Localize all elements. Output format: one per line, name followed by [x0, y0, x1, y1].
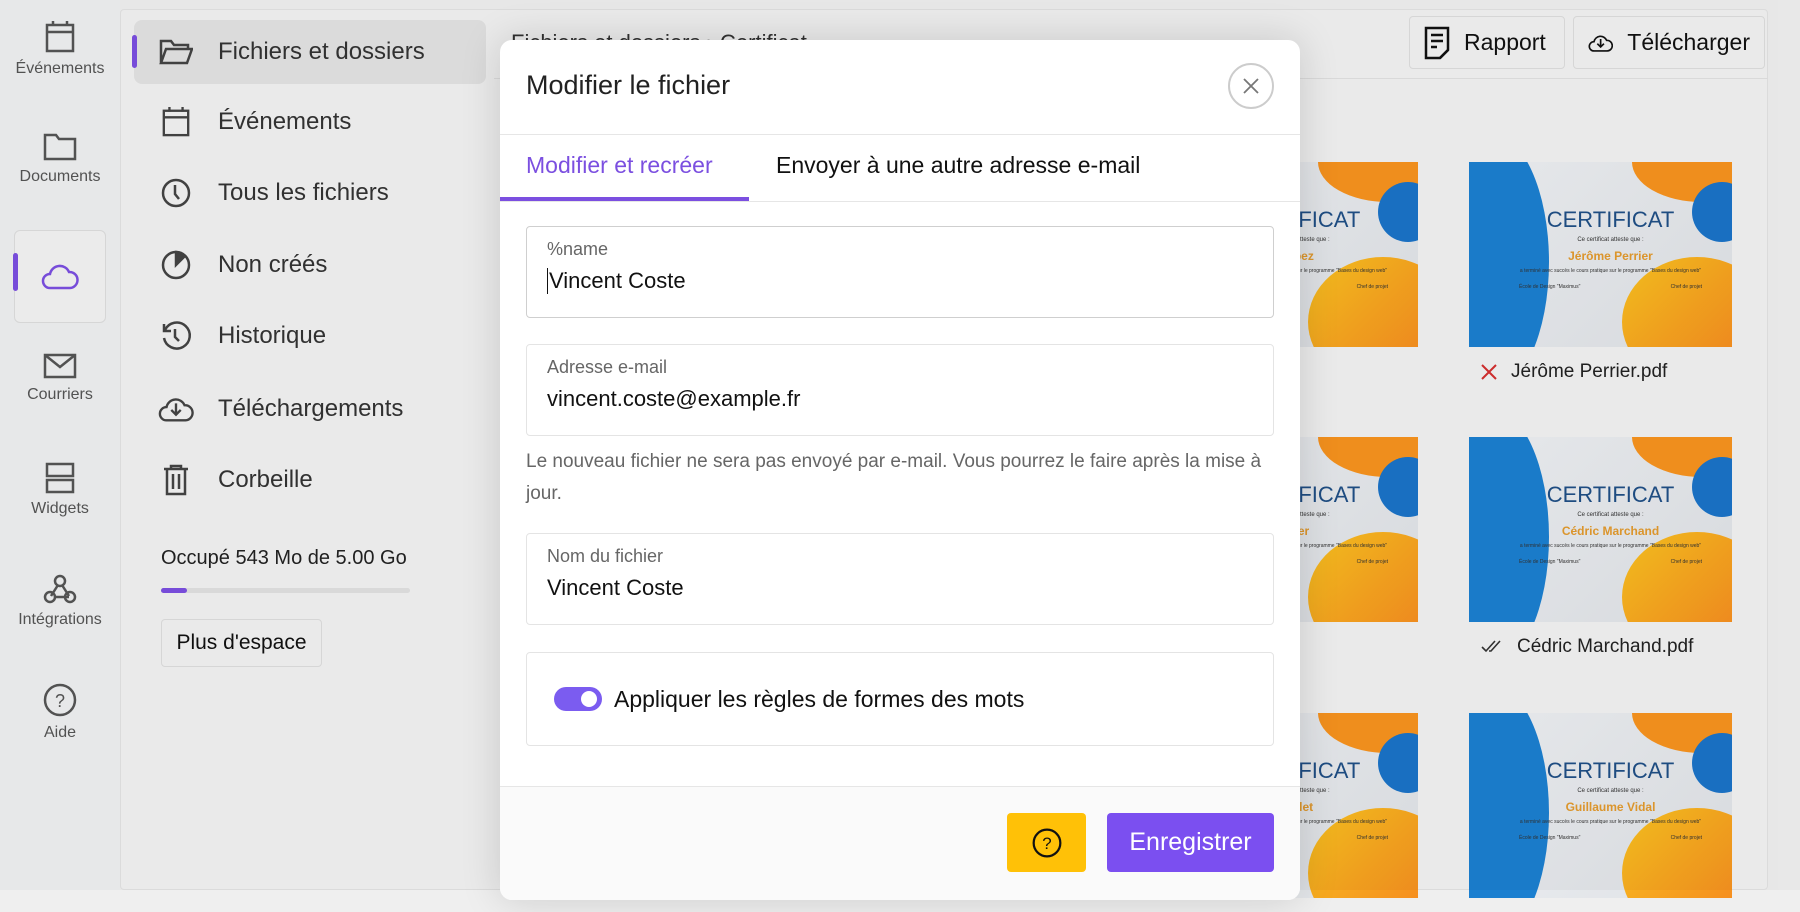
field-label: Adresse e-mail	[547, 357, 668, 377]
edit-file-modal: Modifier le fichier Modifier et recréer …	[500, 40, 1300, 900]
field-value[interactable]: Vincent Coste	[547, 268, 1253, 294]
field-label: %name	[547, 239, 609, 259]
field-value[interactable]: vincent.coste@example.fr	[547, 386, 1253, 412]
filename-field[interactable]: Nom du fichier Vincent Coste	[526, 533, 1274, 625]
close-button[interactable]	[1228, 63, 1274, 109]
email-field[interactable]: Adresse e-mail vincent.coste@example.fr	[526, 344, 1274, 436]
field-label: Nom du fichier	[547, 546, 664, 566]
close-icon	[1243, 78, 1259, 94]
email-hint: Le nouveau fichier ne sera pas envoyé pa…	[526, 451, 1262, 504]
help-button[interactable]: ?	[1007, 813, 1086, 872]
svg-text:?: ?	[1042, 834, 1051, 853]
field-value[interactable]: Vincent Coste	[547, 575, 1253, 601]
modal-title: Modifier le fichier	[526, 70, 731, 100]
toggle-label: Appliquer les règles de formes des mots	[614, 685, 1025, 712]
save-button[interactable]: Enregistrer	[1107, 813, 1274, 872]
tab-envoyer-email[interactable]: Envoyer à une autre adresse e-mail	[776, 152, 1140, 179]
name-variable-field[interactable]: %name Vincent Coste	[526, 226, 1274, 318]
word-forms-toggle[interactable]	[554, 687, 602, 711]
help-icon: ?	[1032, 828, 1061, 857]
word-forms-option: Appliquer les règles de formes des mots	[526, 652, 1274, 746]
tab-modifier-recreer[interactable]: Modifier et recréer	[526, 152, 713, 179]
